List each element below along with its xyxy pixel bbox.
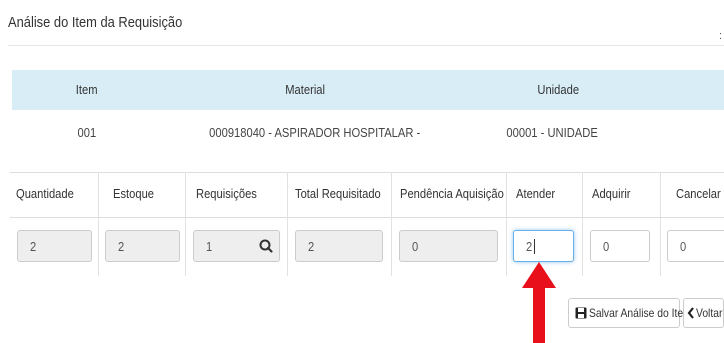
analysis-table-header: Quantidade Estoque Requisições Total Req… (10, 172, 724, 218)
cancelar-input[interactable]: 0 (667, 230, 724, 262)
pendencia-aquisicao-field[interactable]: 0 (399, 230, 498, 262)
column-divider (287, 172, 288, 276)
adquirir-value: 0 (603, 239, 610, 254)
atender-value: 2 (526, 239, 533, 254)
header-adquirir: Adquirir (592, 186, 631, 201)
adquirir-input[interactable]: 0 (590, 230, 650, 262)
page-title: Análise do Item da Requisição (8, 14, 183, 31)
header-estoque: Estoque (113, 186, 155, 201)
search-icon (259, 239, 273, 253)
back-button[interactable]: Voltar (683, 298, 724, 328)
item-table-row: 001 000918040 - ASPIRADOR HOSPITALAR - 0… (12, 110, 724, 154)
estoque-field[interactable]: 2 (105, 230, 180, 262)
header-requisicoes: Requisições (196, 186, 257, 201)
column-divider (506, 172, 507, 276)
page-edge-mark: : (718, 30, 722, 42)
column-divider (582, 172, 583, 276)
requisicoes-field[interactable]: 1 (193, 230, 253, 262)
quantidade-value: 2 (30, 239, 37, 254)
column-divider (660, 172, 661, 276)
cell-item: 001 (77, 125, 97, 140)
column-divider (391, 172, 392, 276)
back-label: Voltar (696, 306, 723, 320)
pendencia-aquisicao-value: 0 (412, 239, 419, 254)
save-analysis-label: Salvar Análise do Item (589, 306, 692, 320)
column-divider (185, 172, 186, 276)
estoque-value: 2 (118, 239, 125, 254)
requisicoes-value: 1 (206, 239, 213, 254)
atender-input[interactable]: 2 (513, 230, 574, 262)
cell-material: 000918040 - ASPIRADOR HOSPITALAR - (209, 125, 421, 140)
item-table-header: Item Material Unidade (12, 70, 724, 110)
chevron-left-icon (687, 307, 694, 319)
total-requisitado-value: 2 (308, 239, 315, 254)
requisicoes-search-button[interactable] (252, 230, 280, 262)
quantidade-field[interactable]: 2 (17, 230, 92, 262)
header-material: Material (285, 82, 326, 97)
header-quantidade: Quantidade (16, 186, 74, 201)
header-unidade: Unidade (537, 82, 580, 97)
header-item: Item (75, 82, 98, 97)
column-divider (98, 172, 99, 276)
title-divider (8, 45, 724, 46)
save-analysis-button[interactable]: Salvar Análise do Item (568, 298, 692, 328)
header-cancelar: Cancelar (676, 186, 721, 201)
cell-unidade: 00001 - UNIDADE (506, 125, 598, 140)
total-requisitado-field[interactable]: 2 (295, 230, 383, 262)
cancelar-value: 0 (680, 239, 687, 254)
floppy-disk-icon (575, 307, 587, 319)
header-atender: Atender (516, 186, 556, 201)
header-pendencia-aquisicao: Pendência Aquisição (400, 186, 504, 201)
text-cursor (534, 239, 536, 254)
red-arrow-up-annotation (522, 262, 556, 343)
header-total-requisitado: Total Requisitado (295, 186, 381, 201)
